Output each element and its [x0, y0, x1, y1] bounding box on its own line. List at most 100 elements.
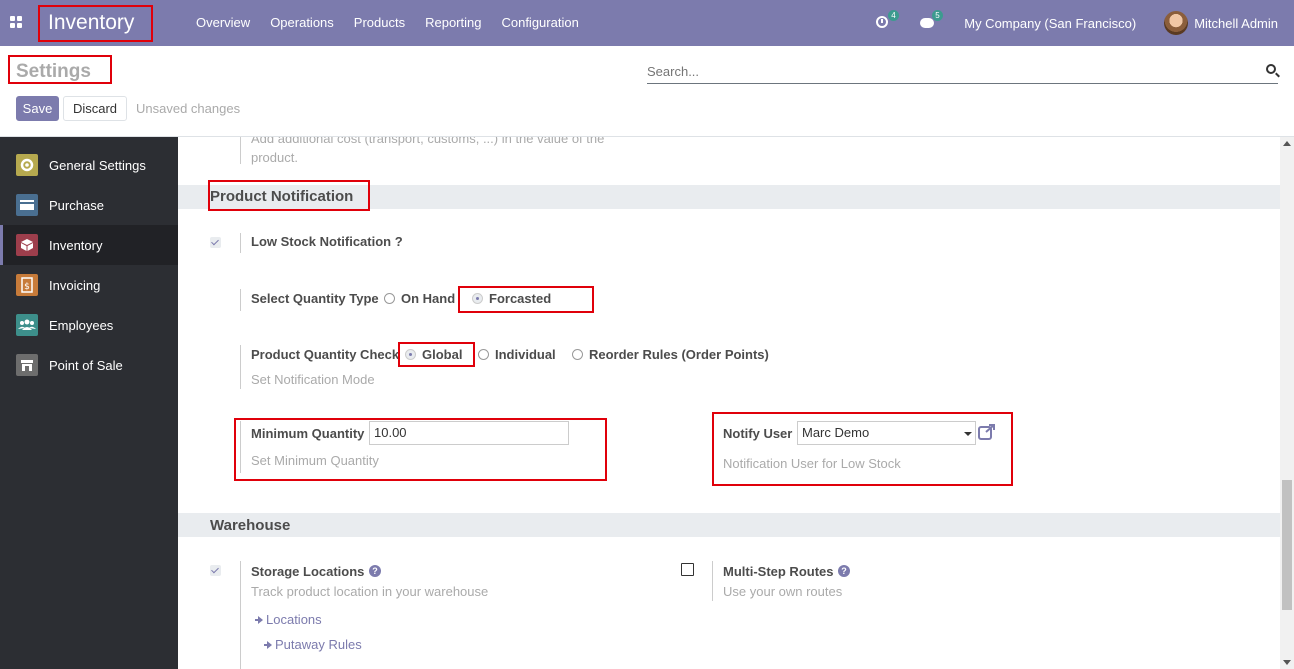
search-bar	[647, 60, 1278, 84]
storage-locations-checkbox[interactable]	[210, 565, 221, 576]
section-header-warehouse	[178, 513, 1280, 537]
radio-individual-label[interactable]: Individual	[495, 347, 556, 362]
settings-content: Add additional cost (transport, customs,…	[178, 137, 1280, 669]
landed-cost-help: product.	[251, 150, 298, 165]
radio-forcasted[interactable]	[472, 293, 483, 304]
discard-button[interactable]: Discard	[63, 96, 127, 121]
section-title: Warehouse	[210, 517, 291, 534]
multi-step-routes-help: Use your own routes	[723, 584, 843, 599]
notify-user-select[interactable]: Marc Demo	[797, 421, 976, 445]
sidebar-item-point-of-sale[interactable]: Point of Sale	[0, 345, 178, 385]
search-icon[interactable]	[1266, 64, 1276, 74]
external-link-icon[interactable]	[978, 424, 996, 440]
app-brand[interactable]: Inventory	[38, 5, 153, 42]
settings-sidebar: General Settings Purchase Inventory $ In…	[0, 137, 178, 669]
gear-icon	[16, 154, 38, 176]
low-stock-checkbox[interactable]	[210, 237, 221, 248]
scroll-down-icon[interactable]	[1283, 660, 1291, 665]
help-icon[interactable]: ?	[369, 565, 381, 577]
activity-badge: 4	[888, 10, 899, 21]
multi-step-routes-checkbox[interactable]	[681, 563, 694, 576]
sidebar-item-label: General Settings	[49, 157, 146, 173]
sidebar-item-invoicing[interactable]: $ Invoicing	[0, 265, 178, 305]
sidebar-item-purchase[interactable]: Purchase	[0, 185, 178, 225]
user-menu[interactable]: Mitchell Admin	[1194, 16, 1278, 31]
notify-user-help: Notification User for Low Stock	[723, 456, 901, 471]
scroll-up-icon[interactable]	[1283, 141, 1291, 146]
setting-divider	[240, 561, 241, 669]
putaway-rules-link-label[interactable]: Putaway Rules	[275, 637, 362, 652]
putaway-rules-link[interactable]: Putaway Rules	[264, 637, 362, 652]
clock-icon	[876, 16, 889, 28]
menu-item-reporting[interactable]: Reporting	[425, 15, 481, 30]
radio-global[interactable]	[405, 349, 416, 360]
save-button[interactable]: Save	[16, 96, 59, 121]
help-icon[interactable]: ?	[838, 565, 850, 577]
sidebar-item-employees[interactable]: Employees	[0, 305, 178, 345]
low-stock-label: Low Stock Notification ?	[251, 234, 403, 249]
activity-button[interactable]: 4	[876, 10, 899, 30]
search-input[interactable]	[647, 60, 1247, 82]
arrow-right-icon	[255, 616, 263, 624]
menu-item-operations[interactable]: Operations	[270, 15, 334, 30]
main-menu: Overview Operations Products Reporting C…	[186, 15, 589, 30]
box-icon	[16, 234, 38, 256]
menu-item-products[interactable]: Products	[354, 15, 405, 30]
section-title: Product Notification	[210, 188, 354, 205]
company-switcher[interactable]: My Company (San Francisco)	[964, 16, 1136, 31]
sidebar-item-label: Purchase	[49, 197, 104, 213]
sidebar-item-label: Invoicing	[49, 277, 101, 293]
setting-divider	[240, 345, 241, 389]
locations-link-label[interactable]: Locations	[266, 612, 322, 627]
multi-step-routes-label: Multi-Step Routes	[723, 564, 834, 579]
control-panel: Settings Save Discard Unsaved changes	[0, 46, 1294, 137]
menu-item-overview[interactable]: Overview	[196, 15, 250, 30]
quantity-type-label: Select Quantity Type	[251, 291, 379, 306]
invoice-icon: $	[16, 274, 38, 296]
radio-forcasted-label[interactable]: Forcasted	[489, 291, 551, 306]
setting-divider	[712, 561, 713, 601]
setting-divider	[240, 233, 241, 253]
setting-divider	[240, 421, 241, 473]
radio-individual[interactable]	[478, 349, 489, 360]
quantity-check-help: Set Notification Mode	[251, 372, 375, 387]
sidebar-item-label: Employees	[49, 317, 114, 333]
apps-grid-icon[interactable]	[10, 16, 22, 28]
users-icon	[16, 314, 38, 336]
unsaved-changes-label: Unsaved changes	[136, 101, 241, 116]
sidebar-item-general-settings[interactable]: General Settings	[0, 145, 178, 185]
landed-cost-help: Add additional cost (transport, customs,…	[251, 137, 605, 146]
radio-reorder-rules[interactable]	[572, 349, 583, 360]
scrollbar-thumb[interactable]	[1282, 480, 1292, 610]
messages-badge: 5	[932, 10, 943, 21]
setting-divider	[712, 421, 713, 473]
setting-divider	[240, 289, 241, 311]
vertical-scrollbar[interactable]	[1280, 137, 1294, 669]
min-qty-help: Set Minimum Quantity	[251, 453, 379, 468]
svg-text:$: $	[24, 282, 30, 292]
arrow-right-icon	[264, 641, 272, 649]
locations-link[interactable]: Locations	[255, 612, 322, 627]
storage-locations-label: Storage Locations	[251, 564, 365, 579]
min-qty-input[interactable]: 10.00	[369, 421, 569, 445]
notify-user-label: Notify User	[723, 426, 793, 441]
top-navbar: Inventory Overview Operations Products R…	[0, 0, 1294, 46]
sidebar-item-label: Inventory	[49, 237, 103, 253]
systray: 4 5 My Company (San Francisco) Mitchell …	[876, 10, 1278, 36]
avatar[interactable]	[1164, 11, 1189, 35]
storage-locations-help: Track product location in your warehouse	[251, 584, 489, 599]
setting-divider	[240, 137, 241, 164]
menu-item-configuration[interactable]: Configuration	[501, 15, 578, 30]
sidebar-item-inventory[interactable]: Inventory	[0, 225, 178, 265]
store-icon	[16, 354, 38, 376]
radio-on-hand[interactable]	[384, 293, 395, 304]
credit-card-icon	[16, 194, 38, 216]
min-qty-label: Minimum Quantity	[251, 426, 365, 441]
chat-icon	[920, 18, 935, 28]
sidebar-item-label: Point of Sale	[49, 357, 123, 373]
radio-reorder-rules-label[interactable]: Reorder Rules (Order Points)	[589, 347, 769, 362]
radio-global-label[interactable]: Global	[422, 347, 462, 362]
radio-on-hand-label[interactable]: On Hand	[401, 291, 455, 306]
messages-button[interactable]: 5	[920, 10, 943, 30]
page-title: Settings	[8, 55, 112, 84]
